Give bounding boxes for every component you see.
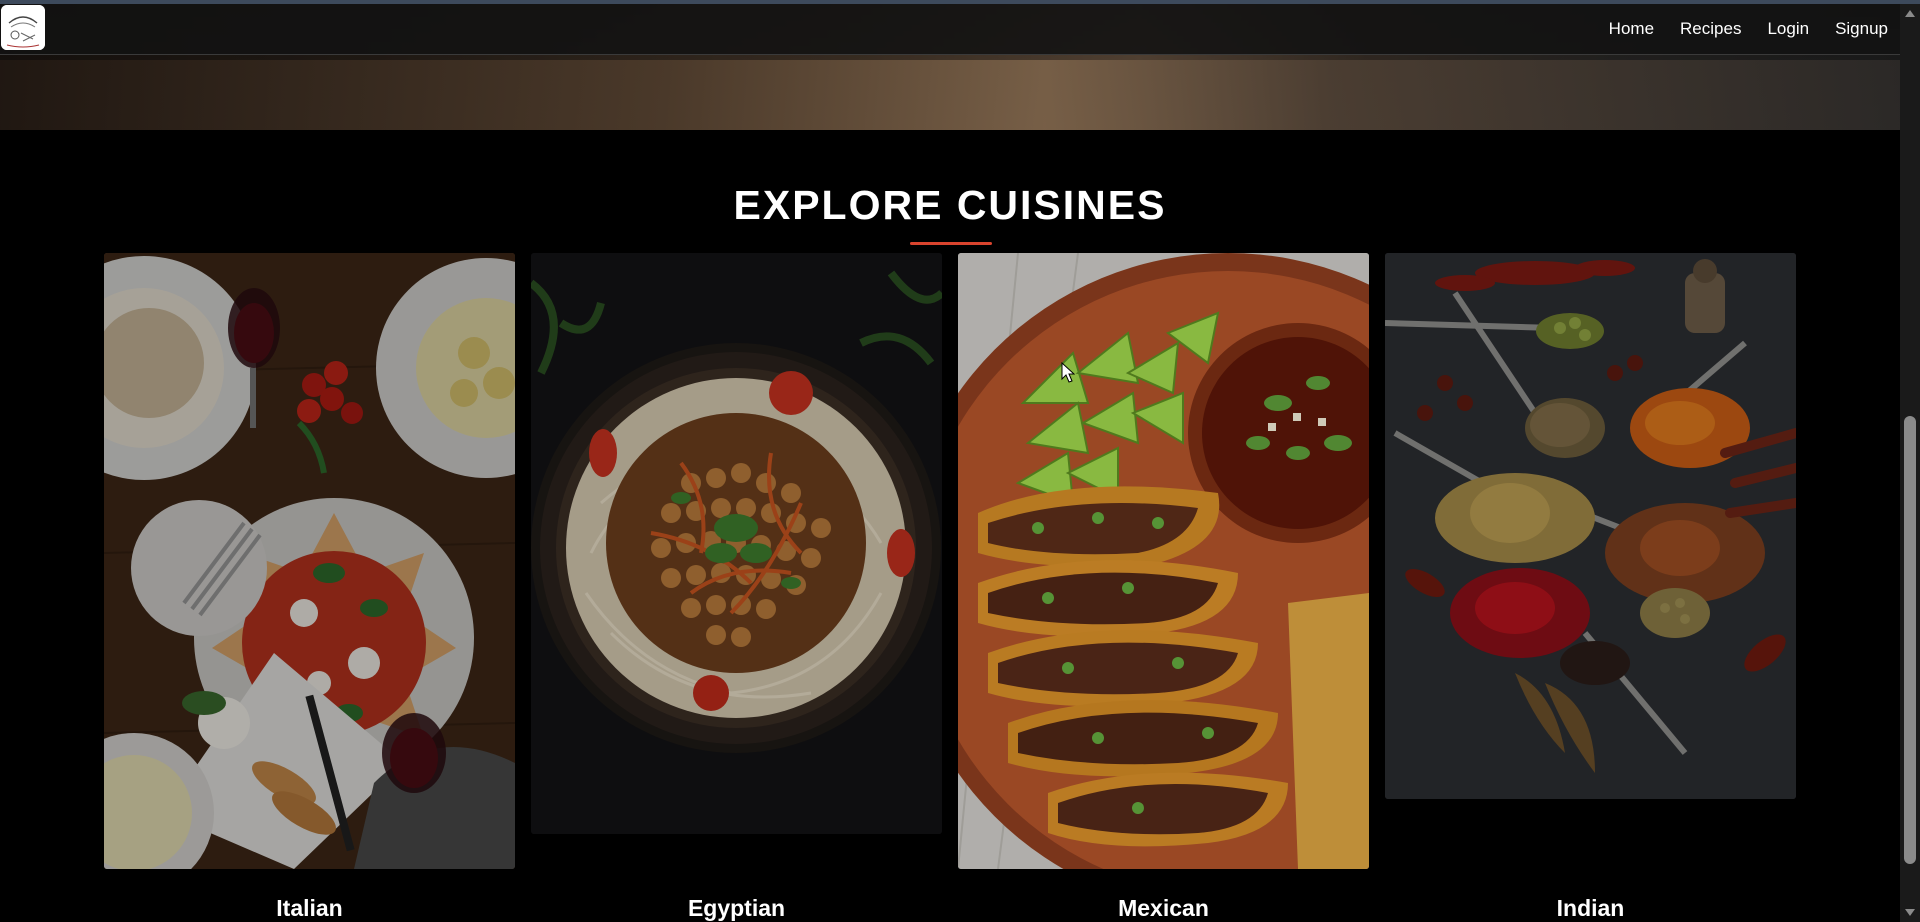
- navbar: Home Recipes Login Signup: [0, 4, 1900, 55]
- mexican-tacos-photo: [958, 253, 1369, 869]
- cuisine-card-egyptian[interactable]: Egyptian: [531, 253, 942, 921]
- cuisine-label-egyptian[interactable]: Egyptian: [531, 895, 942, 922]
- site-logo[interactable]: [1, 5, 45, 50]
- italian-food-image[interactable]: [104, 253, 515, 869]
- cuisine-label-indian[interactable]: Indian: [1385, 895, 1796, 922]
- cuisine-label-mexican[interactable]: Mexican: [958, 895, 1369, 922]
- italian-food-photo: [104, 253, 515, 869]
- nav-links: Home Recipes Login Signup: [1583, 4, 1888, 54]
- scroll-up-arrow-icon[interactable]: [1905, 10, 1915, 17]
- hero-countertop-image: [0, 60, 1900, 130]
- scroll-down-arrow-icon[interactable]: [1905, 909, 1915, 916]
- nav-signup-link[interactable]: Signup: [1835, 19, 1888, 39]
- mexican-food-image[interactable]: [958, 253, 1369, 869]
- nav-login-link[interactable]: Login: [1767, 19, 1809, 39]
- cuisine-card-italian[interactable]: Italian: [104, 253, 515, 921]
- cuisine-card-mexican[interactable]: Mexican: [958, 253, 1369, 921]
- scrollbar-thumb[interactable]: [1904, 416, 1916, 864]
- egyptian-koshari-photo: [531, 253, 942, 834]
- mouse-pointer-icon: [1061, 362, 1075, 383]
- nav-recipes-link[interactable]: Recipes: [1680, 19, 1741, 39]
- indian-food-image[interactable]: [1385, 253, 1796, 799]
- indian-spices-photo: [1385, 253, 1796, 799]
- cuisine-label-italian[interactable]: Italian: [104, 895, 515, 922]
- section-title: EXPLORE CUISINES: [733, 182, 1167, 228]
- nav-home-link[interactable]: Home: [1609, 19, 1654, 39]
- page: Home Recipes Login Signup EXPLORE CUISIN…: [0, 0, 1920, 922]
- egyptian-food-image[interactable]: [531, 253, 942, 834]
- logo-icon: [1, 5, 45, 50]
- page-scrollbar[interactable]: [1900, 4, 1920, 922]
- cuisine-card-indian[interactable]: Indian: [1385, 253, 1796, 921]
- title-underline: [910, 242, 992, 245]
